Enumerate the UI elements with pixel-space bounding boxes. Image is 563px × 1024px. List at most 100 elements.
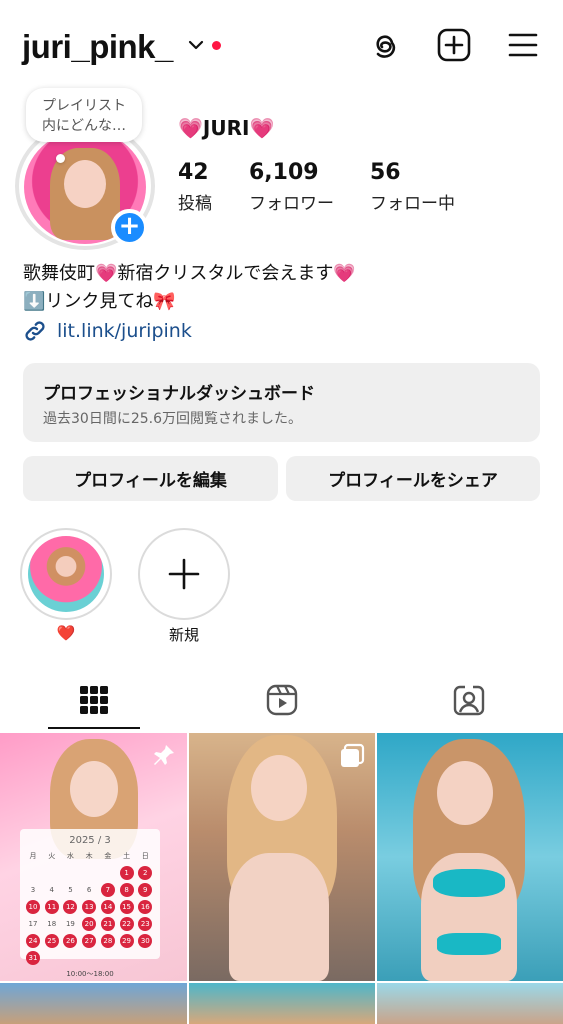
username[interactable]: juri_pink_ bbox=[22, 28, 173, 66]
bio-line-2: ⬇️リンク見てね🎀 bbox=[23, 288, 356, 316]
tab-reels[interactable] bbox=[236, 674, 328, 726]
dashboard-title: プロフェッショナルダッシュボード bbox=[43, 384, 315, 404]
calendar-day: 12 bbox=[63, 900, 78, 914]
bio-text: リンク見てね bbox=[45, 291, 154, 312]
calendar-day: 7 bbox=[100, 883, 115, 897]
note-text: プレイリスト 内にどんな… bbox=[42, 98, 126, 134]
bio-link[interactable]: lit.link/juripink bbox=[23, 319, 192, 343]
grid-post-6[interactable] bbox=[377, 983, 563, 1024]
professional-dashboard[interactable]: プロフェッショナルダッシュボード 過去30日間に25.6万回閲覧されました。 bbox=[23, 363, 540, 442]
calendar-day: 26 bbox=[63, 934, 78, 948]
notification-dot bbox=[212, 41, 221, 50]
calendar-day: 30 bbox=[138, 934, 153, 948]
post-figure-shape bbox=[251, 755, 307, 821]
calendar-day bbox=[63, 866, 77, 880]
calendar-day: 10 bbox=[26, 900, 40, 914]
calendar-day: 8 bbox=[119, 883, 134, 897]
calendar-day: 2 bbox=[138, 866, 153, 880]
calendar-weekday: 月 bbox=[29, 852, 37, 860]
bio-text: 新宿クリスタルで会えます bbox=[117, 263, 334, 284]
calendar-day: 31 bbox=[26, 951, 40, 965]
dashboard-subtitle: 過去30日間に25.6万回閲覧されました。 bbox=[43, 411, 302, 427]
down-arrow-icon: ⬇️ bbox=[23, 291, 46, 312]
chevron-down-icon[interactable] bbox=[188, 38, 204, 52]
grid-post-2[interactable] bbox=[189, 733, 375, 981]
note-bubble-tail bbox=[56, 154, 65, 163]
note-bubble[interactable]: プレイリスト 内にどんな… bbox=[26, 88, 142, 142]
calendar-day: 11 bbox=[44, 900, 59, 914]
stat-followers-count[interactable]: 6,109 bbox=[249, 160, 319, 185]
calendar-day: 29 bbox=[119, 934, 134, 948]
calendar-day: 4 bbox=[49, 886, 54, 894]
new-highlight-label: 新規 bbox=[168, 626, 199, 644]
calendar-day bbox=[101, 866, 115, 880]
multi-image-icon bbox=[341, 743, 365, 767]
ribbon-icon: 🎀 bbox=[153, 291, 176, 312]
stat-posts-count[interactable]: 42 bbox=[178, 160, 209, 185]
stat-following-count[interactable]: 56 bbox=[370, 160, 401, 185]
display-name: 💗JURI💗 bbox=[178, 116, 274, 140]
calendar-weekday: 金 bbox=[104, 852, 112, 860]
calendar-day: 16 bbox=[138, 900, 153, 914]
calendar-weekday: 土 bbox=[123, 852, 131, 860]
link-text[interactable]: lit.link/juripink bbox=[57, 320, 192, 342]
stat-followers-label[interactable]: フォロワー bbox=[249, 189, 334, 214]
calendar-day: 3 bbox=[30, 886, 36, 894]
reels-icon bbox=[266, 684, 298, 716]
create-post-icon[interactable] bbox=[437, 28, 471, 62]
heart-icon: 💗 bbox=[333, 263, 356, 284]
calendar-weekday: 木 bbox=[85, 852, 93, 860]
calendar-day: 27 bbox=[82, 934, 97, 948]
stat-posts-label[interactable]: 投稿 bbox=[178, 189, 212, 214]
pin-icon bbox=[154, 745, 174, 765]
menu-icon[interactable] bbox=[506, 28, 540, 62]
calendar-day: 5 bbox=[68, 886, 73, 894]
calendar-day: 17 bbox=[28, 920, 38, 928]
calendar-day bbox=[45, 866, 59, 880]
stat-following-label[interactable]: フォロー中 bbox=[370, 189, 455, 214]
grid-post-5[interactable] bbox=[189, 983, 375, 1024]
grid-post-3[interactable] bbox=[377, 733, 563, 981]
calendar-day: 21 bbox=[100, 917, 115, 931]
add-story-button[interactable]: + bbox=[111, 209, 148, 246]
bio-line-1: 歌舞伎町💗新宿クリスタルで会えます💗 bbox=[23, 260, 356, 288]
calendar-day: 28 bbox=[100, 934, 115, 948]
share-profile-button[interactable]: プロフィールをシェア bbox=[286, 456, 540, 501]
calendar-day: 20 bbox=[82, 917, 97, 931]
edit-profile-button[interactable]: プロフィールを編集 bbox=[23, 456, 278, 501]
threads-icon[interactable] bbox=[368, 28, 402, 62]
calendar-day: 14 bbox=[100, 900, 115, 914]
calendar-month: 2025 / 3 bbox=[69, 835, 111, 846]
calendar-overlay: 2025 / 3 月火水木金土日 1 2 3 4 5 6 7 8 9 10 11 12 13 14 15 16 1… bbox=[20, 829, 160, 978]
grid-icon bbox=[80, 686, 108, 714]
post-figure-shape bbox=[229, 853, 329, 981]
highlight-label: ❤️ bbox=[56, 624, 76, 642]
plus-icon bbox=[168, 558, 200, 590]
calendar-day: 23 bbox=[138, 917, 153, 931]
tab-tagged[interactable] bbox=[423, 674, 515, 726]
display-name-text: JURI bbox=[202, 116, 250, 140]
post-figure-shape bbox=[437, 933, 501, 955]
highlight-cover[interactable] bbox=[28, 536, 104, 612]
grid-post-1[interactable]: 2025 / 3 月火水木金土日 1 2 3 4 5 6 7 8 9 10 11 12 13 14 15 16 1… bbox=[0, 733, 187, 981]
calendar-day: 6 bbox=[86, 886, 92, 894]
calendar-day bbox=[82, 866, 96, 880]
active-tab-indicator bbox=[48, 727, 140, 729]
calendar-grid: 月火水木金土日 1 2 3 4 5 6 7 8 9 10 11 12 13 14 15 16 17 18 19 20 21… bbox=[26, 849, 154, 965]
tagged-icon bbox=[453, 685, 485, 716]
top-bar: juri_pink_ bbox=[0, 0, 563, 92]
calendar-weekday: 火 bbox=[48, 852, 56, 860]
new-highlight-button[interactable] bbox=[138, 528, 230, 620]
tab-posts-grid[interactable] bbox=[48, 674, 140, 726]
grid-post-4[interactable] bbox=[0, 983, 187, 1024]
bio: 歌舞伎町💗新宿クリスタルで会えます💗 ⬇️リンク見てね🎀 bbox=[23, 260, 356, 316]
post-figure-shape bbox=[70, 761, 118, 817]
calendar-day: 9 bbox=[138, 883, 153, 897]
calendar-day: 19 bbox=[65, 920, 75, 928]
calendar-day: 15 bbox=[119, 900, 134, 914]
calendar-day: 25 bbox=[44, 934, 59, 948]
calendar-day bbox=[26, 866, 40, 880]
calendar-weekday: 日 bbox=[141, 852, 149, 860]
heart-icon: 💗 bbox=[95, 263, 118, 284]
avatar-face-shape bbox=[64, 160, 106, 208]
